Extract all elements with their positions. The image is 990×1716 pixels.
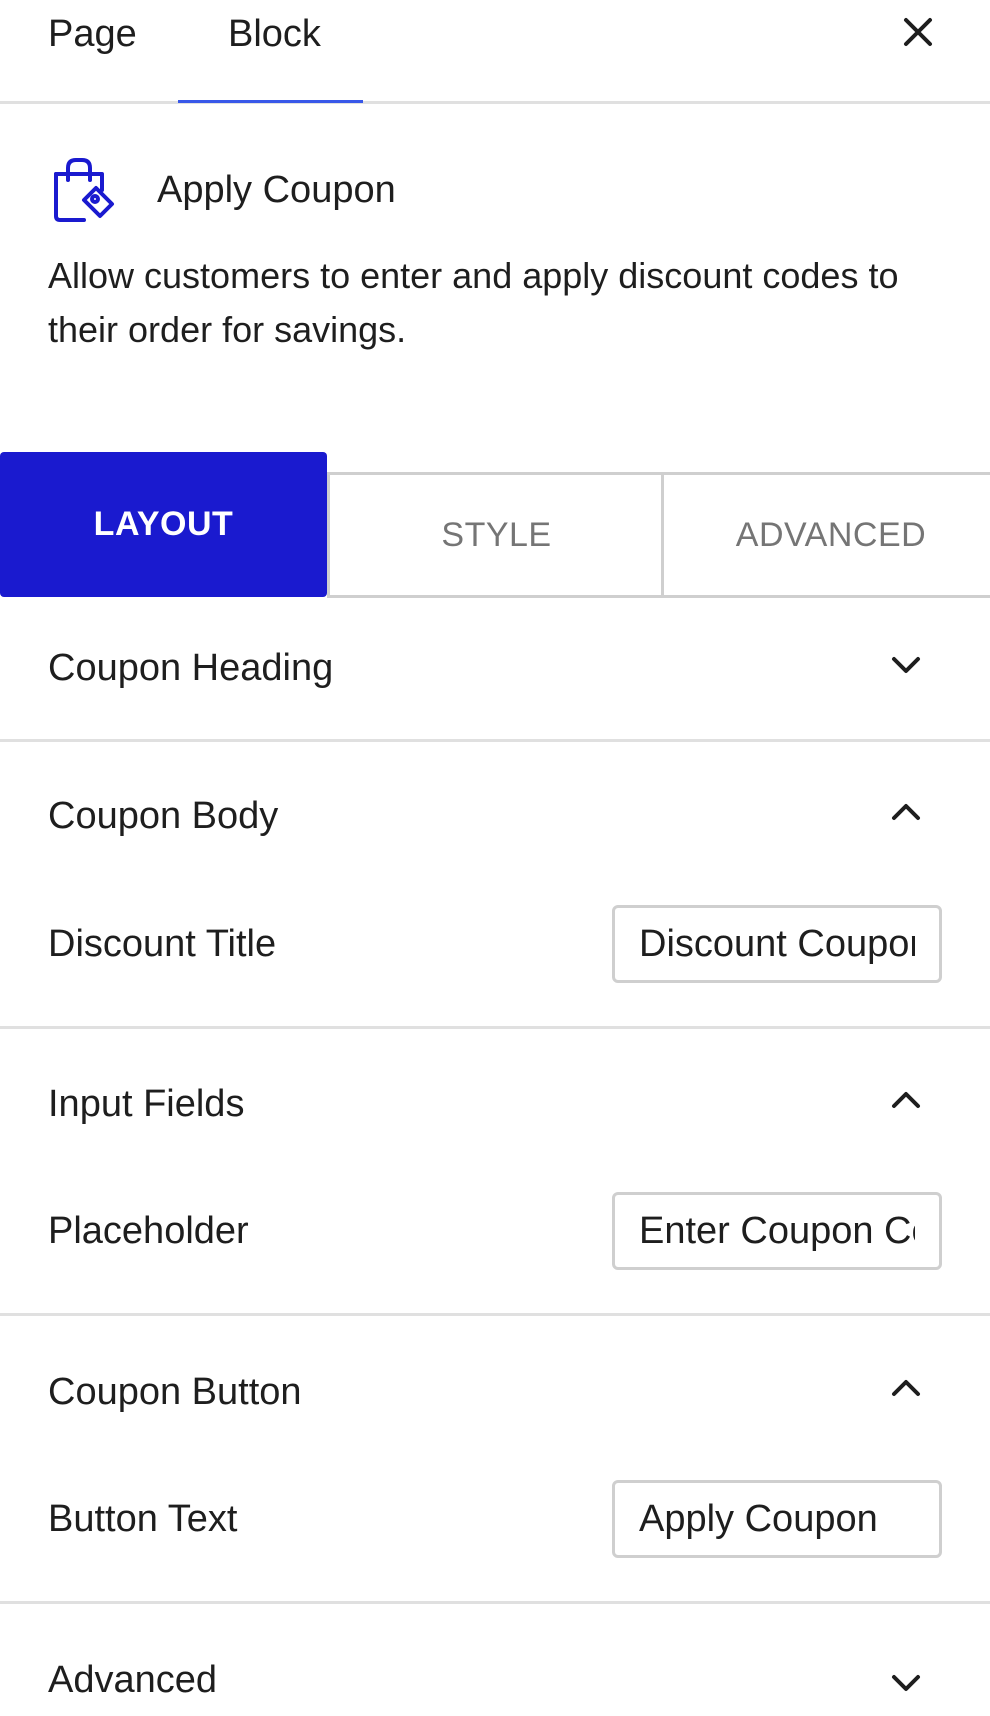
tab-layout[interactable]: LAYOUT bbox=[0, 452, 327, 597]
section-input-fields[interactable]: Input Fields bbox=[0, 1058, 990, 1158]
section-coupon-heading[interactable]: Coupon Heading bbox=[0, 622, 990, 722]
section-coupon-body[interactable]: Coupon Body bbox=[0, 770, 990, 870]
chevron-up-icon bbox=[892, 1092, 920, 1108]
discount-title-label: Discount Title bbox=[48, 923, 277, 965]
chevron-up-icon bbox=[892, 1380, 920, 1396]
tab-block[interactable]: Block bbox=[228, 8, 321, 60]
section-title: Input Fields bbox=[48, 1083, 245, 1125]
active-tab-indicator bbox=[178, 100, 363, 103]
chevron-down-icon bbox=[892, 1675, 920, 1691]
section-title: Coupon Heading bbox=[48, 647, 334, 689]
divider bbox=[0, 1313, 990, 1316]
chevron-up-icon bbox=[892, 804, 920, 820]
section-title: Coupon Button bbox=[48, 1371, 302, 1413]
section-title: Advanced bbox=[48, 1659, 218, 1701]
placeholder-input[interactable] bbox=[612, 1192, 942, 1270]
block-description: Allow customers to enter and apply disco… bbox=[48, 255, 899, 350]
tab-advanced[interactable]: ADVANCED bbox=[661, 472, 990, 598]
tab-style[interactable]: STYLE bbox=[327, 472, 663, 598]
section-coupon-button[interactable]: Coupon Button bbox=[0, 1346, 990, 1446]
close-button[interactable] bbox=[898, 12, 938, 52]
button-text-input[interactable] bbox=[612, 1480, 942, 1558]
discount-title-input[interactable] bbox=[612, 905, 942, 983]
divider bbox=[0, 1601, 990, 1604]
section-title: Coupon Body bbox=[48, 795, 279, 837]
block-settings-panel: Page Block Apply Coupon Allow customers … bbox=[0, 0, 990, 1716]
divider bbox=[0, 739, 990, 742]
section-advanced[interactable]: Advanced bbox=[0, 1634, 990, 1716]
tab-page[interactable]: Page bbox=[48, 8, 137, 60]
placeholder-label: Placeholder bbox=[48, 1210, 249, 1252]
block-title: Apply Coupon bbox=[157, 169, 396, 211]
settings-mode-tabs: LAYOUT STYLE ADVANCED bbox=[0, 452, 990, 598]
chevron-down-icon bbox=[892, 657, 920, 673]
shopping-bag-tag-icon bbox=[48, 156, 118, 226]
close-icon bbox=[904, 18, 932, 46]
button-text-label: Button Text bbox=[48, 1498, 238, 1540]
sidebar-tabs: Page Block bbox=[0, 0, 990, 104]
divider bbox=[0, 1026, 990, 1029]
